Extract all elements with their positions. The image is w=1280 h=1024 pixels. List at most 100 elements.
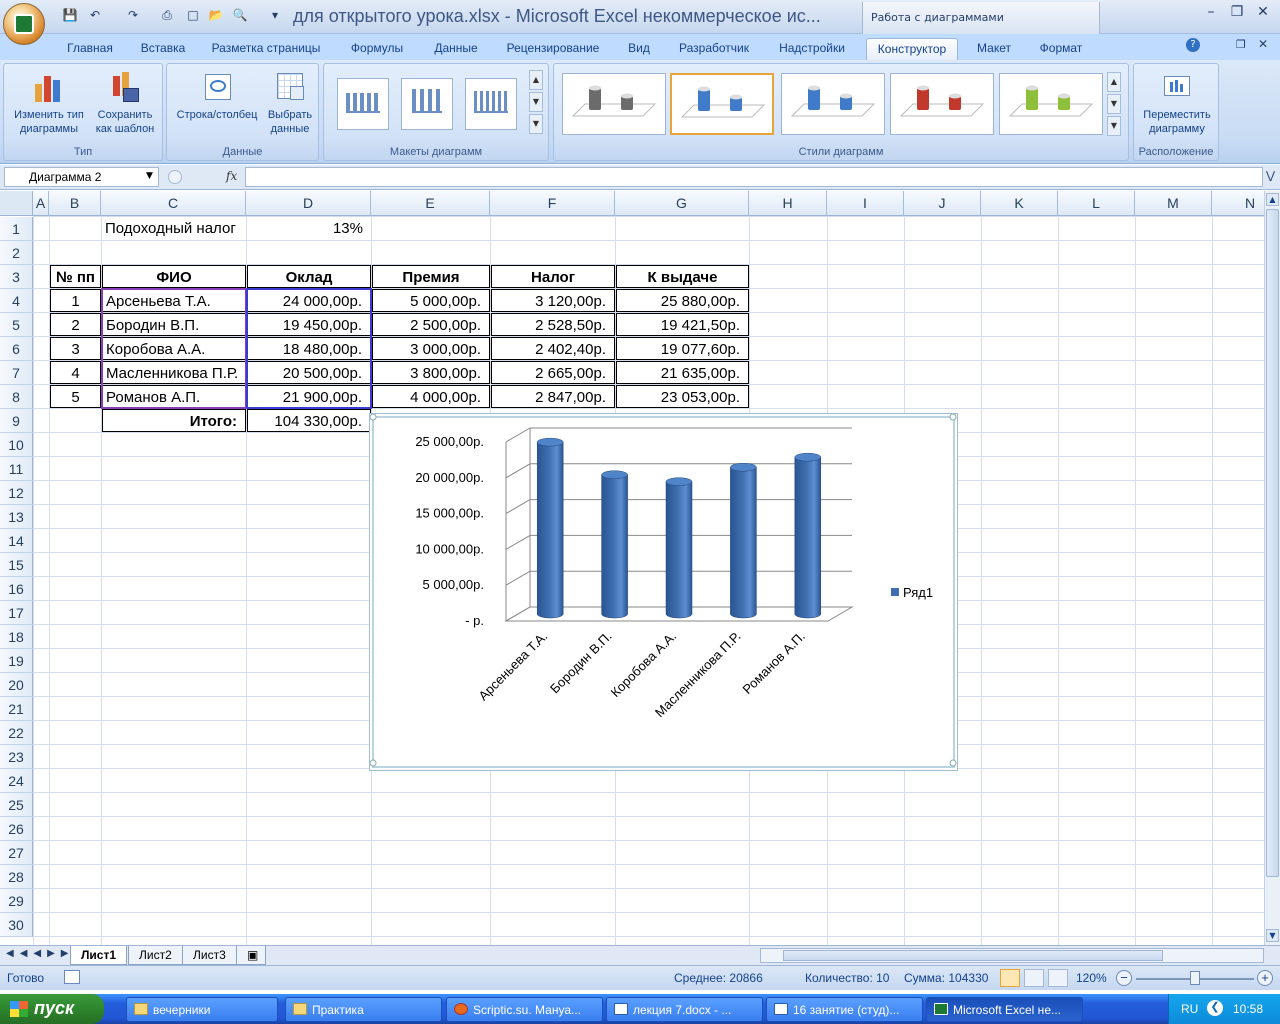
vertical-scrollbar[interactable]: ▲ ▼	[1264, 191, 1280, 945]
table-header-cell[interactable]: Премия	[372, 265, 490, 288]
row-number-cell[interactable]: 2	[50, 313, 101, 336]
amount-cell[interactable]: 2 528,50р.	[491, 313, 615, 336]
tab-formulas[interactable]: Формулы	[340, 38, 414, 60]
amount-cell[interactable]: 2 665,00р.	[491, 361, 615, 384]
amount-cell[interactable]: 2 402,40р.	[491, 337, 615, 360]
zoom-slider-thumb[interactable]	[1190, 971, 1200, 985]
task-excel[interactable]: Microsoft Excel не...	[926, 997, 1083, 1022]
tab-review[interactable]: Рецензирование	[498, 38, 608, 60]
save-icon[interactable]: 💾	[61, 7, 79, 23]
redo-icon[interactable]: ↷	[124, 7, 142, 23]
amount-cell[interactable]: 23 053,00р.	[616, 385, 749, 408]
layouts-scroll-down-icon[interactable]: ▼	[529, 92, 543, 112]
chart-style-2[interactable]	[670, 73, 774, 135]
amount-cell[interactable]: 5 000,00р.	[372, 289, 490, 312]
amount-cell[interactable]: 20 500,00р.	[247, 361, 371, 384]
tab-developer[interactable]: Разработчик	[670, 38, 758, 60]
expand-formula-bar-icon[interactable]: ⋁	[1266, 169, 1275, 182]
scroll-up-icon[interactable]: ▲	[1266, 193, 1279, 206]
name-cell[interactable]: Романов А.П.	[102, 385, 246, 408]
amount-cell[interactable]: 2 847,00р.	[491, 385, 615, 408]
task-praktika[interactable]: Практика	[285, 997, 442, 1022]
name-cell[interactable]: Коробова А.А.	[102, 337, 246, 360]
scroll-down-icon[interactable]: ▼	[1266, 929, 1279, 942]
zoom-out-icon[interactable]: −	[1116, 970, 1132, 986]
chart-style-3[interactable]	[781, 73, 885, 135]
table-header-cell[interactable]: К выдаче	[616, 265, 749, 288]
zoom-in-icon[interactable]: +	[1257, 970, 1273, 986]
name-box[interactable]: Диаграмма 2	[4, 167, 159, 187]
tab-chart-design[interactable]: Конструктор	[866, 38, 958, 60]
layouts-more-icon[interactable]: ▼	[529, 114, 543, 134]
insert-function-icon[interactable]: fx	[226, 169, 237, 183]
zoom-level[interactable]: 120%	[1076, 971, 1107, 985]
undo-icon[interactable]: ↶	[86, 7, 104, 23]
total-label-cell[interactable]: Итого:	[102, 409, 246, 432]
macro-record-icon[interactable]	[64, 970, 80, 984]
task-word-lecture[interactable]: лекция 7.docx - ...	[606, 997, 763, 1022]
print-preview-icon[interactable]: 🔍	[231, 7, 249, 23]
amount-cell[interactable]: 19 421,50р.	[616, 313, 749, 336]
amount-cell[interactable]: 21 635,00р.	[616, 361, 749, 384]
tax-label-cell[interactable]: Подоходный налог	[102, 217, 246, 240]
layouts-scroll-up-icon[interactable]: ▲	[529, 70, 543, 90]
normal-view-icon[interactable]	[1000, 969, 1020, 987]
chart-layout-3[interactable]	[465, 78, 517, 130]
total-value-cell[interactable]: 104 330,00р.	[247, 409, 371, 432]
horizontal-scroll-thumb[interactable]	[783, 950, 1163, 961]
task-vecherniki[interactable]: вечерники	[126, 997, 278, 1022]
embedded-chart[interactable]: - р. 5 000,00р. 10 000,00р. 15 000,00р. 20 0…	[369, 413, 958, 771]
scroll-thumb[interactable]	[1266, 209, 1279, 877]
change-chart-type-button[interactable]: Изменить тип диаграммы	[8, 68, 90, 136]
chart-style-5[interactable]	[999, 73, 1103, 135]
insert-sheet-icon[interactable]: ▣	[236, 946, 266, 965]
row-number-cell[interactable]: 3	[50, 337, 101, 360]
sheet-tab-1[interactable]: Лист1	[70, 946, 128, 965]
help-icon[interactable]: ?	[1186, 38, 1200, 52]
amount-cell[interactable]: 4 000,00р.	[372, 385, 490, 408]
chart-layout-2[interactable]	[401, 78, 453, 130]
formula-bar-resize-icon[interactable]	[168, 170, 182, 184]
row-number-cell[interactable]: 5	[50, 385, 101, 408]
close-button[interactable]: ✕	[1252, 4, 1274, 24]
amount-cell[interactable]: 3 120,00р.	[491, 289, 615, 312]
maximize-button[interactable]: ❐	[1226, 4, 1248, 24]
chart-style-1[interactable]	[562, 73, 666, 135]
sheet-tab-2[interactable]: Лист2	[128, 946, 183, 965]
formula-input[interactable]	[245, 167, 1263, 187]
tab-home[interactable]: Главная	[58, 38, 122, 60]
horizontal-scrollbar[interactable]	[760, 948, 1264, 963]
sheet-nav-icons[interactable]: ◀◀◀▶▶	[6, 948, 74, 959]
office-button[interactable]	[3, 3, 45, 45]
tab-addins[interactable]: Надстройки	[770, 38, 854, 60]
table-header-cell[interactable]: Оклад	[247, 265, 371, 288]
amount-cell[interactable]: 2 500,00р.	[372, 313, 490, 336]
name-cell[interactable]: Бородин В.П.	[102, 313, 246, 336]
language-indicator[interactable]: RU	[1181, 1002, 1198, 1016]
move-chart-button[interactable]: Переместить диаграмму	[1136, 68, 1218, 136]
table-header-cell[interactable]: ФИО	[102, 265, 246, 288]
name-cell[interactable]: Арсеньева Т.А.	[102, 289, 246, 312]
amount-cell[interactable]: 19 077,60р.	[616, 337, 749, 360]
name-cell[interactable]: Масленникова П.Р.	[102, 361, 246, 384]
amount-cell[interactable]: 24 000,00р.	[247, 289, 371, 312]
sheet-tab-3[interactable]: Лист3	[182, 946, 237, 965]
open-folder-icon[interactable]: 📂	[207, 7, 225, 23]
print-icon[interactable]: ⎙	[158, 7, 176, 23]
amount-cell[interactable]: 18 480,00р.	[247, 337, 371, 360]
task-browser[interactable]: Scriptic.su. Мануа...	[446, 997, 603, 1022]
row-number-cell[interactable]: 4	[50, 361, 101, 384]
table-header-cell[interactable]: Налог	[491, 265, 615, 288]
tab-view[interactable]: Вид	[620, 38, 658, 60]
tab-insert[interactable]: Вставка	[130, 38, 196, 60]
amount-cell[interactable]: 3 800,00р.	[372, 361, 490, 384]
styles-scroll-up-icon[interactable]: ▲	[1107, 72, 1121, 92]
chart-layout-1[interactable]	[337, 78, 389, 130]
amount-cell[interactable]: 25 880,00р.	[616, 289, 749, 312]
tab-data[interactable]: Данные	[426, 38, 486, 60]
name-box-dropdown-icon[interactable]: ▼	[146, 171, 153, 181]
workbook-close-icon[interactable]: ✕	[1258, 37, 1268, 51]
styles-more-icon[interactable]: ▼	[1107, 116, 1121, 136]
amount-cell[interactable]: 21 900,00р.	[247, 385, 371, 408]
customize-toolbar-icon[interactable]: ▾	[266, 7, 284, 23]
